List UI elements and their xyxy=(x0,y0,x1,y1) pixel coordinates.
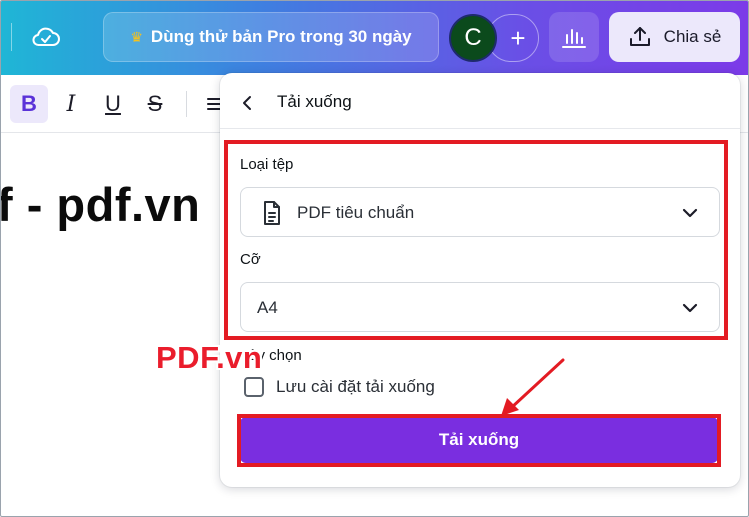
avatar[interactable]: C xyxy=(449,14,497,62)
download-label: Tải xuống xyxy=(438,430,520,449)
cloud-check-icon xyxy=(32,27,60,46)
file-type-value: PDF tiêu chuẩn xyxy=(297,203,415,222)
panel-header: Tải xuống xyxy=(220,73,740,129)
header-divider xyxy=(11,23,12,51)
file-type-select[interactable]: PDF tiêu chuẩn xyxy=(240,187,720,237)
app-window: ♛ Dùng thử bản Pro trong 30 ngày + C Chi… xyxy=(0,0,749,517)
arrow-annotation xyxy=(501,358,565,416)
size-value: A4 xyxy=(257,298,278,317)
chevron-down-icon xyxy=(682,303,698,313)
insights-button[interactable] xyxy=(549,12,599,62)
chevron-down-icon xyxy=(682,208,698,218)
pro-trial-button[interactable]: ♛ Dùng thử bản Pro trong 30 ngày xyxy=(103,12,439,62)
panel-title: Tải xuống xyxy=(277,92,352,111)
save-settings-checkbox-row[interactable]: Lưu cài đặt tải xuống xyxy=(244,375,435,399)
back-button[interactable] xyxy=(234,89,262,117)
strikethrough-button[interactable]: S xyxy=(136,85,174,123)
file-document-icon xyxy=(264,201,280,225)
upload-icon xyxy=(629,27,650,46)
size-select[interactable]: A4 xyxy=(240,282,720,332)
watermark-logo: PDF.vn xyxy=(156,340,263,375)
save-settings-checkbox[interactable] xyxy=(244,377,264,397)
bar-chart-icon xyxy=(562,29,586,48)
download-button[interactable]: Tải xuống xyxy=(240,417,718,463)
document-heading[interactable]: f - pdf.vn xyxy=(1,177,200,232)
share-label: Chia sẻ xyxy=(663,27,722,46)
cloud-save-button[interactable] xyxy=(29,23,63,51)
chevron-left-icon xyxy=(243,96,251,110)
crown-icon: ♛ xyxy=(130,28,143,45)
size-label: Cỡ xyxy=(240,251,261,268)
italic-button[interactable]: I xyxy=(52,85,90,123)
bold-button[interactable]: B xyxy=(10,85,48,123)
underline-button[interactable]: U xyxy=(94,85,132,123)
toolbar-divider xyxy=(186,91,187,117)
file-type-label: Loại tệp xyxy=(240,156,294,173)
save-settings-label: Lưu cài đặt tải xuống xyxy=(276,377,435,396)
avatar-initial: C xyxy=(464,24,482,51)
top-header: ♛ Dùng thử bản Pro trong 30 ngày + C Chi… xyxy=(1,1,748,75)
share-button[interactable]: Chia sẻ xyxy=(609,12,740,62)
pro-trial-label: Dùng thử bản Pro trong 30 ngày xyxy=(150,27,412,46)
plus-icon: + xyxy=(510,22,526,53)
download-panel: Tải xuống Loại tệp PDF tiêu chuẩn Cỡ A4 … xyxy=(220,73,740,487)
